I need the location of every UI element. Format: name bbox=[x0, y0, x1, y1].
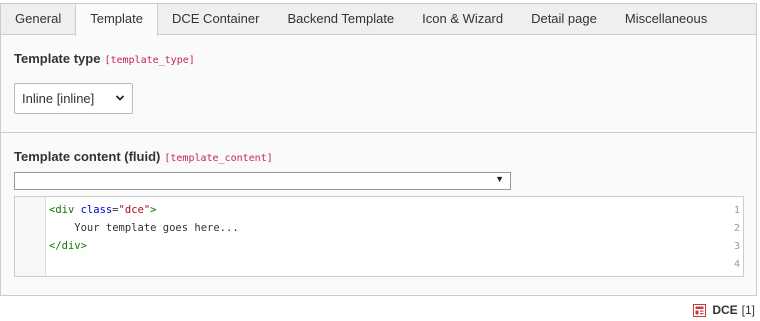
record-name[interactable]: DCE bbox=[712, 303, 737, 317]
code-tag: <div bbox=[49, 204, 81, 216]
code-tag-close: > bbox=[150, 204, 157, 216]
template-content-key: [template_content] bbox=[164, 153, 273, 164]
template-type-label-text: Template type bbox=[14, 51, 101, 66]
line-number: 3 bbox=[733, 241, 740, 252]
template-content-label-text: Template content (fluid) bbox=[14, 149, 161, 164]
line-number: 4 bbox=[733, 259, 740, 270]
tab-icon-wizard[interactable]: Icon & Wizard bbox=[408, 4, 517, 34]
template-type-value: Inline [inline] bbox=[22, 91, 95, 106]
triangle-down-icon: ▼ bbox=[495, 174, 504, 184]
line-number: 2 bbox=[733, 223, 740, 234]
template-type-label: Template type [template_type] bbox=[14, 51, 195, 66]
tab-backend-template[interactable]: Backend Template bbox=[273, 4, 408, 34]
record-info: DCE [1] bbox=[693, 302, 755, 318]
chevron-down-icon bbox=[115, 95, 125, 101]
code-attr: class bbox=[80, 204, 113, 216]
record-icon bbox=[693, 303, 707, 317]
template-type-section: Template type [template_type] Inline [inl… bbox=[1, 35, 756, 133]
tab-detail-page[interactable]: Detail page bbox=[517, 4, 611, 34]
code-string: "dce" bbox=[118, 204, 151, 216]
template-content-label: Template content (fluid) [template_conten… bbox=[14, 149, 273, 164]
template-type-key: [template_type] bbox=[104, 55, 195, 66]
code-line: Your template goes here... bbox=[49, 222, 239, 234]
template-content-select[interactable]: ▼ bbox=[14, 172, 511, 190]
code-text: Your template goes here... bbox=[49, 222, 239, 234]
code-line: </div> bbox=[49, 240, 87, 252]
tab-template[interactable]: Template bbox=[75, 4, 158, 36]
tab-dce-container[interactable]: DCE Container bbox=[158, 4, 273, 34]
code-line: <div class="dce"> bbox=[49, 204, 156, 216]
code-tag: </div> bbox=[49, 240, 87, 252]
tab-miscellaneous[interactable]: Miscellaneous bbox=[611, 4, 721, 34]
code-editor[interactable]: 1 <div class="dce"> 2 Your template goes… bbox=[14, 196, 744, 277]
record-uid: [1] bbox=[741, 303, 755, 317]
line-number: 1 bbox=[733, 205, 740, 216]
line-number-gutter bbox=[15, 197, 46, 276]
template-type-select[interactable]: Inline [inline] bbox=[14, 83, 133, 114]
tab-general[interactable]: General bbox=[1, 4, 75, 34]
tab-panel: Template type [template_type] Inline [inl… bbox=[0, 34, 757, 296]
tab-bar: General Template DCE Container Backend T… bbox=[0, 3, 757, 36]
